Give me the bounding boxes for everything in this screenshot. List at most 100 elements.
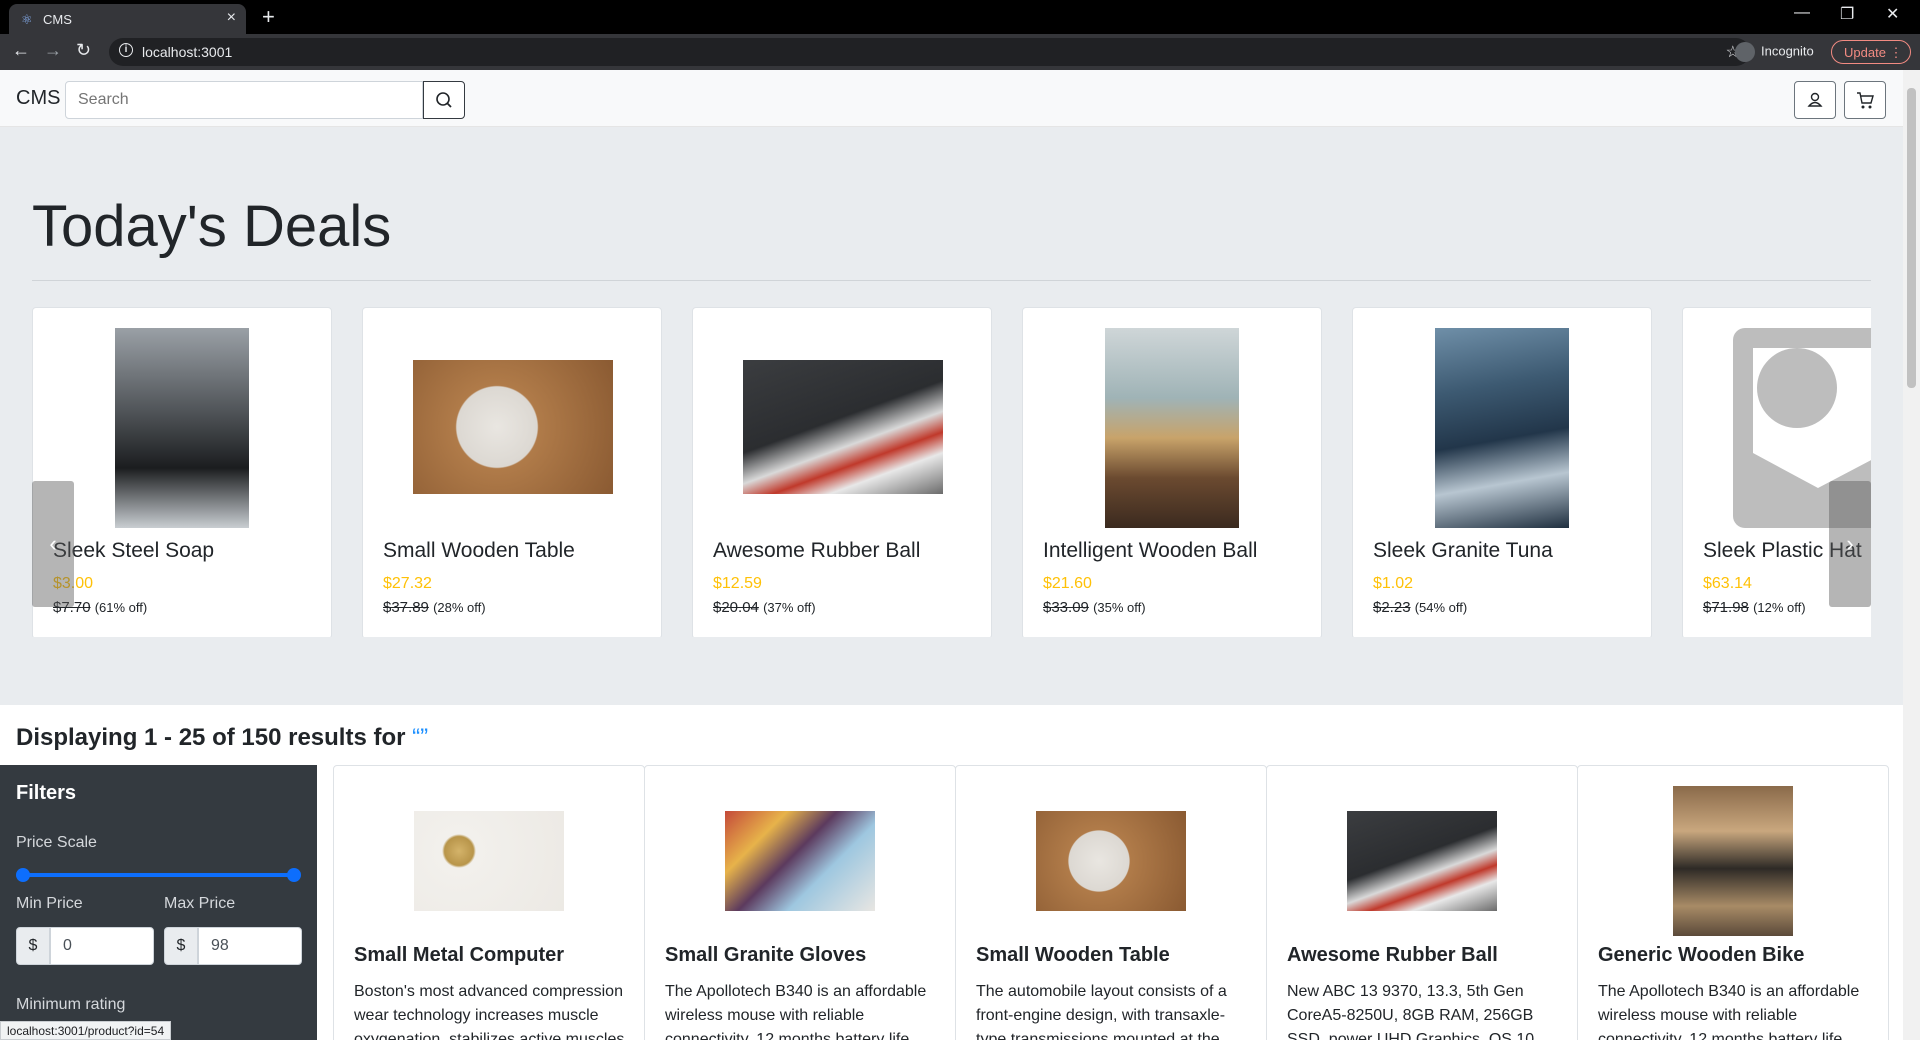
price-range-slider[interactable] <box>22 873 294 877</box>
max-price-handle[interactable] <box>287 868 301 882</box>
deal-price: $21.60 <box>1043 575 1092 592</box>
deals-heading: Today's Deals <box>32 194 392 259</box>
deal-card[interactable]: Sleek Granite Tuna $1.02 $2.23 (54% off) <box>1352 307 1652 637</box>
account-button[interactable] <box>1794 81 1836 119</box>
product-description: The automobile layout consists of a fron… <box>976 983 1227 1040</box>
filters-panel: Filters Price Scale Min Price Max Price … <box>0 765 317 1040</box>
product-image <box>414 811 564 911</box>
results-text: Displaying 1 - 25 of 150 results for <box>16 724 406 751</box>
price-scale-label: Price Scale <box>16 834 97 851</box>
close-tab-icon[interactable]: × <box>227 9 236 27</box>
deal-discount: (54% off) <box>1414 600 1468 615</box>
deal-original-price-line: $37.89 (28% off) <box>383 599 486 616</box>
product-image <box>1036 811 1186 911</box>
browser-tab-bar: ⚛ CMS × + — ❐ ✕ <box>0 0 1920 34</box>
search-input[interactable] <box>65 81 423 119</box>
deal-image <box>1105 328 1239 528</box>
product-image <box>1347 811 1497 911</box>
deal-discount: (37% off) <box>763 600 816 615</box>
deal-original-price: $71.98 <box>1703 599 1749 616</box>
min-price-label: Min Price <box>16 895 83 912</box>
deal-image <box>1435 328 1569 528</box>
close-window-icon[interactable]: ✕ <box>1886 4 1899 24</box>
deal-name[interactable]: Sleek Granite Tuna <box>1373 539 1553 563</box>
more-menu-icon: ⋮ <box>1889 45 1903 60</box>
brand-logo[interactable]: CMS <box>16 87 60 110</box>
product-card[interactable]: Generic Wooden Bike The Apollotech B340 … <box>1577 765 1889 1040</box>
update-button[interactable]: Update ⋮ <box>1831 40 1911 64</box>
search-icon <box>436 92 452 108</box>
browser-tab[interactable]: ⚛ CMS × <box>9 4 246 34</box>
page-scrollbar[interactable] <box>1903 70 1920 1040</box>
product-name[interactable]: Small Granite Gloves <box>665 944 866 967</box>
restore-icon[interactable]: ❐ <box>1840 4 1854 24</box>
tab-title: CMS <box>43 12 72 27</box>
link-status-bar: localhost:3001/product?id=54 <box>0 1021 172 1040</box>
min-price-handle[interactable] <box>16 868 30 882</box>
chevron-left-icon: ‹ <box>49 531 57 556</box>
deal-original-price: $37.89 <box>383 599 429 616</box>
deal-price: $27.32 <box>383 575 432 592</box>
deal-image <box>413 360 613 494</box>
deal-name[interactable]: Small Wooden Table <box>383 539 575 563</box>
minimize-icon[interactable]: — <box>1794 4 1810 22</box>
product-card[interactable]: Small Metal Computer Boston's most advan… <box>333 765 645 1040</box>
page-content: CMS Today's Deals <box>0 70 1903 1040</box>
deal-original-price-line: $20.04 (37% off) <box>713 599 816 616</box>
site-navbar: CMS <box>0 70 1903 127</box>
deal-card[interactable]: Awesome Rubber Ball $12.59 $20.04 (37% o… <box>692 307 992 637</box>
currency-prefix: $ <box>16 927 50 965</box>
deal-card[interactable]: Small Wooden Table $27.32 $37.89 (28% of… <box>362 307 662 637</box>
max-price-input[interactable]: 98 <box>198 927 302 965</box>
deal-price: $63.14 <box>1703 575 1752 592</box>
minimum-rating-label: Minimum rating <box>16 996 126 1013</box>
max-price-label: Max Price <box>164 895 236 912</box>
cart-button[interactable] <box>1844 81 1886 119</box>
deal-name[interactable]: Sleek Steel Soap <box>53 539 214 563</box>
deal-name[interactable]: Awesome Rubber Ball <box>713 539 920 563</box>
deal-card[interactable]: Intelligent Wooden Ball $21.60 $33.09 (3… <box>1022 307 1322 637</box>
incognito-indicator[interactable]: Incognito <box>1735 42 1814 62</box>
product-name[interactable]: Awesome Rubber Ball <box>1287 944 1498 967</box>
incognito-label: Incognito <box>1761 43 1814 59</box>
results-query: “” <box>412 724 429 751</box>
product-card[interactable]: Small Wooden Table The automobile layout… <box>955 765 1267 1040</box>
deals-carousel: Sleek Steel Soap $3.00 $7.70 (61% off) S… <box>32 307 1871 637</box>
deal-image <box>743 360 943 494</box>
deal-image <box>115 328 249 528</box>
carousel-prev-button[interactable]: ‹ <box>32 481 74 607</box>
incognito-icon <box>1735 42 1755 62</box>
product-description: Boston's most advanced compression wear … <box>354 983 625 1040</box>
update-label: Update <box>1844 45 1886 60</box>
back-icon[interactable]: ← <box>12 40 30 61</box>
product-description: New ABC 13 9370, 13.3, 5th Gen CoreA5-82… <box>1287 983 1535 1040</box>
deal-discount: (35% off) <box>1093 600 1146 615</box>
carousel-next-button[interactable]: › <box>1829 481 1871 607</box>
deal-card[interactable]: Sleek Steel Soap $3.00 $7.70 (61% off) <box>32 307 332 637</box>
min-price-input[interactable]: 0 <box>50 927 154 965</box>
product-card[interactable]: Awesome Rubber Ball New ABC 13 9370, 13.… <box>1266 765 1578 1040</box>
chevron-right-icon: › <box>1846 531 1854 556</box>
deal-original-price: $2.23 <box>1373 599 1411 616</box>
deal-discount: (12% off) <box>1753 600 1806 615</box>
product-name[interactable]: Small Metal Computer <box>354 944 564 967</box>
react-favicon-icon: ⚛ <box>21 12 33 27</box>
deal-price: $12.59 <box>713 575 762 592</box>
browser-address-bar: ← → ↻ i localhost:3001 ☆ Incognito Updat… <box>0 34 1920 70</box>
product-name[interactable]: Small Wooden Table <box>976 944 1170 967</box>
forward-icon[interactable]: → <box>44 40 62 61</box>
reload-icon[interactable]: ↻ <box>76 40 91 61</box>
search-button[interactable] <box>423 81 465 119</box>
deal-discount: (28% off) <box>433 600 486 615</box>
product-card[interactable]: Small Granite Gloves The Apollotech B340… <box>644 765 956 1040</box>
results-summary: Displaying 1 - 25 of 150 results for “” <box>16 724 428 752</box>
product-description: The Apollotech B340 is an affordable wir… <box>665 983 927 1040</box>
scrollbar-thumb[interactable] <box>1907 88 1916 388</box>
product-name[interactable]: Generic Wooden Bike <box>1598 944 1804 967</box>
url-field[interactable]: i localhost:3001 ☆ <box>109 38 1750 66</box>
info-icon[interactable]: i <box>119 43 133 57</box>
deals-divider <box>32 280 1871 281</box>
product-grid: Small Metal Computer Boston's most advan… <box>333 765 1889 1040</box>
deal-name[interactable]: Intelligent Wooden Ball <box>1043 539 1257 563</box>
new-tab-icon[interactable]: + <box>262 4 275 30</box>
